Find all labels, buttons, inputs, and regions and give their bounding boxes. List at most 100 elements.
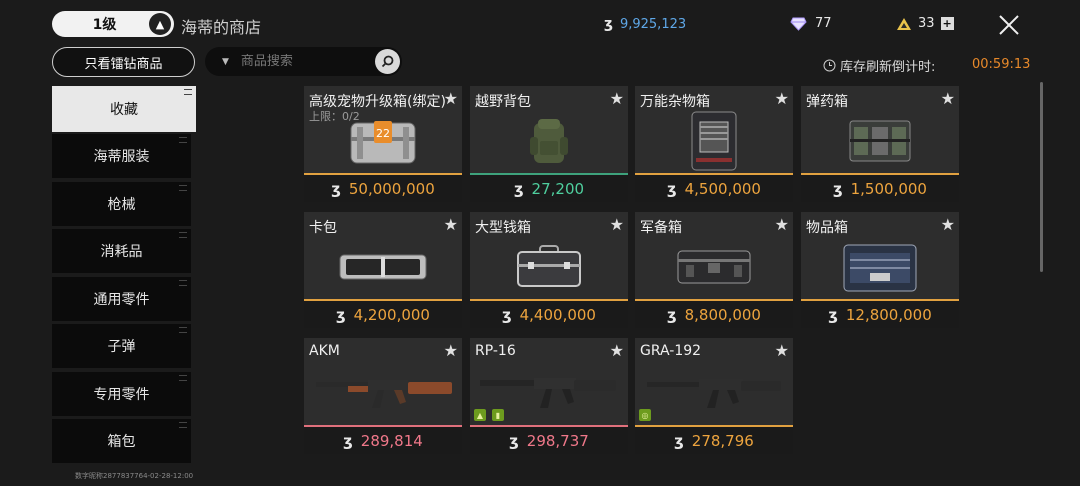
corner-mark-icon (179, 279, 187, 286)
item-price: ӡ 4,200,000 (304, 301, 462, 328)
money-case-image (470, 236, 628, 298)
item-card[interactable]: 军备箱 ★ ӡ 8,800,000 (635, 212, 793, 328)
item-price: ӡ 278,796 (635, 427, 793, 454)
favorite-star-icon[interactable]: ★ (444, 215, 458, 234)
refresh-label: 库存刷新倒计时: (840, 60, 936, 75)
sidebar-item-consumables[interactable]: 消耗品 (52, 229, 191, 273)
item-price: ӡ 8,800,000 (635, 301, 793, 328)
item-card[interactable]: 万能杂物箱 ★ ӡ 4,500,000 (635, 86, 793, 202)
coin-icon: ӡ (667, 179, 677, 198)
item-card[interactable]: 弹药箱 ★ ӡ 1,500,000 (801, 86, 959, 202)
favorite-star-icon[interactable]: ★ (610, 341, 624, 360)
item-name: 卡包 (309, 220, 337, 236)
akm-rifle-image (304, 362, 462, 424)
item-card[interactable]: RP-16 ★ ▲ ▮ ӡ 298,737 (470, 338, 628, 454)
favorite-star-icon[interactable]: ★ (941, 89, 955, 108)
item-name: RP-16 (475, 343, 516, 359)
muzzle-attachment-icon: ▲ (474, 409, 486, 421)
item-price: ӡ 1,500,000 (801, 175, 959, 202)
grid-scrollbar[interactable] (1040, 82, 1043, 272)
only-diamond-toggle[interactable]: 只看镭钻商品 (52, 47, 195, 77)
sidebar-item-label: 子弹 (107, 339, 136, 355)
item-price: ӡ 298,737 (470, 427, 628, 454)
refresh-countdown: 00:59:13 (972, 57, 1031, 72)
item-card[interactable]: 大型钱箱 ★ ӡ 4,400,000 (470, 212, 628, 328)
armory-box-image (635, 236, 793, 298)
corner-mark-icon (179, 374, 187, 381)
ammo-box-image (801, 110, 959, 172)
sidebar-item-general-parts[interactable]: 通用零件 (52, 276, 191, 321)
favorite-star-icon[interactable]: ★ (775, 341, 789, 360)
level-badge[interactable]: 1级 ▲ (52, 11, 174, 37)
item-price: ӡ 289,814 (304, 427, 462, 454)
coin-amount: 9,925,123 (619, 16, 687, 32)
item-name: GRA-192 (640, 343, 702, 359)
favorite-star-icon[interactable]: ★ (610, 215, 624, 234)
item-card[interactable]: 高级宠物升级箱(绑定) ★ 上限：0/2 22 ӡ 50,000,000 (304, 86, 462, 202)
item-card[interactable]: 越野背包 ★ ӡ 27,200 (470, 86, 628, 202)
sidebar-item-label: 收藏 (110, 102, 138, 118)
sidebar-item-heidi-outfits[interactable]: 海蒂服装 (52, 134, 191, 178)
category-sidebar: 收藏 海蒂服装 枪械 消耗品 通用零件 子弹 专用零件 箱包 (52, 86, 196, 467)
sidebar-item-label: 枪械 (107, 196, 136, 213)
item-price: ӡ 27,200 (470, 175, 628, 202)
corner-mark-icon (179, 137, 187, 143)
svg-text:22: 22 (376, 127, 390, 140)
coin-icon: ӡ (828, 305, 838, 324)
sidebar-item-favorites[interactable]: 收藏 (52, 86, 196, 132)
search-input[interactable] (240, 54, 361, 69)
coin-icon: ӡ (502, 305, 512, 324)
token-amount: 33 (918, 16, 935, 31)
sidebar-item-ammo[interactable]: 子弹 (52, 324, 191, 368)
favorite-star-icon[interactable]: ★ (610, 89, 624, 108)
favorite-star-icon[interactable]: ★ (775, 215, 789, 234)
close-button[interactable] (996, 12, 1022, 38)
coin-icon: ӡ (343, 431, 353, 450)
diamond-icon (790, 17, 807, 31)
item-name: 物品箱 (806, 220, 848, 236)
price-value: 12,800,000 (845, 305, 932, 324)
favorite-star-icon[interactable]: ★ (444, 89, 458, 108)
add-token-button[interactable]: + (940, 17, 954, 30)
utility-box-image (635, 110, 793, 172)
grip-attachment-icon: ▮ (492, 409, 504, 421)
search-field[interactable]: ▼ (205, 47, 402, 76)
price-value: 50,000,000 (348, 179, 435, 198)
price-value: 27,200 (531, 179, 585, 198)
favorite-star-icon[interactable]: ★ (444, 341, 458, 360)
item-card[interactable]: GRA-192 ★ ◎ ӡ 278,796 (635, 338, 793, 454)
attachment-icons: ◎ (639, 409, 651, 421)
close-icon (999, 15, 1019, 35)
search-button[interactable] (375, 49, 400, 74)
dropdown-arrow-icon[interactable]: ▼ (222, 57, 229, 67)
corner-mark-icon (184, 89, 192, 95)
diamond-amount: 77 (815, 16, 832, 31)
sidebar-item-label: 通用零件 (93, 291, 150, 308)
item-card[interactable]: 物品箱 ★ ӡ 12,800,000 (801, 212, 959, 328)
item-name: AKM (309, 343, 340, 359)
favorite-star-icon[interactable]: ★ (775, 89, 789, 108)
coin-balance: ӡ 9,925,123 (604, 16, 686, 32)
corner-mark-icon (179, 232, 187, 238)
corner-mark-icon (179, 327, 187, 333)
sidebar-item-special-parts[interactable]: 专用零件 (52, 371, 191, 416)
corner-mark-icon (179, 422, 187, 428)
sidebar-item-cases-bags[interactable]: 箱包 (52, 419, 191, 463)
sidebar-item-label: 箱包 (107, 434, 136, 450)
item-box-image (801, 236, 959, 298)
coin-icon: ӡ (674, 431, 684, 450)
price-value: 8,800,000 (684, 305, 761, 324)
item-card[interactable]: 卡包 ★ ӡ 4,200,000 (304, 212, 462, 328)
sidebar-item-firearms[interactable]: 枪械 (52, 181, 191, 226)
level-label: 1级 (92, 17, 117, 33)
backpack-image (470, 110, 628, 172)
item-price: ӡ 4,500,000 (635, 175, 793, 202)
coin-icon: ӡ (667, 305, 677, 324)
coin-icon: ӡ (604, 16, 613, 32)
price-value: 4,500,000 (684, 179, 761, 198)
item-card[interactable]: AKM ★ ӡ 289,814 (304, 338, 462, 454)
favorite-star-icon[interactable]: ★ (941, 215, 955, 234)
coin-icon: ӡ (509, 431, 519, 450)
level-up-icon[interactable]: ▲ (149, 13, 171, 35)
account-id-footer: 数字昵称2877837764-02-28-12:00 (75, 472, 194, 480)
